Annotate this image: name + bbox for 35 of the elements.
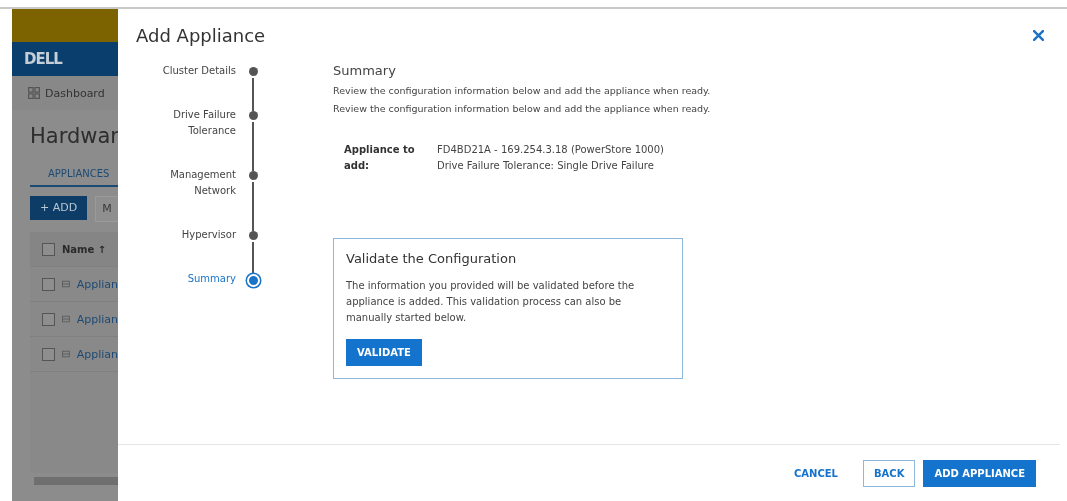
dashboard-icon: [28, 87, 40, 99]
dell-logo: DELL: [24, 50, 62, 68]
detail-label: Appliance to add:: [344, 143, 416, 173]
checkbox[interactable]: [42, 242, 55, 256]
checkbox[interactable]: [42, 347, 55, 361]
back-button[interactable]: BACK: [862, 459, 916, 487]
column-header[interactable]: Name ↑: [62, 243, 107, 255]
appliance-link[interactable]: Applian: [76, 312, 118, 326]
panel-text: The information you provided will be validated before the appliance is added. This validation process can also be manually started below.: [346, 279, 636, 325]
validate-button[interactable]: VALIDATE: [346, 339, 422, 366]
close-icon[interactable]: [1033, 30, 1044, 41]
step-label[interactable]: Management Network: [126, 167, 236, 229]
description-text: Review the configuration information below and add the appliance when ready.: [333, 103, 712, 114]
detail-value: FD4BD21A - 169.254.3.18 (PowerStore 1000): [437, 143, 664, 157]
step-label[interactable]: Summary: [126, 271, 236, 293]
appliance-link[interactable]: Applian: [76, 277, 118, 291]
description-text: Review the configuration information below and add the appliance when ready.: [333, 85, 712, 96]
appliance-icon: [62, 314, 70, 324]
cancel-button[interactable]: CANCEL: [782, 459, 849, 487]
detail-value: Drive Failure Tolerance: Single Drive Failure: [437, 159, 655, 173]
step-label[interactable]: Cluster Details: [126, 63, 236, 109]
appliance-link[interactable]: Applian: [76, 347, 118, 361]
scrollbar[interactable]: [34, 477, 118, 485]
appliance-icon: [62, 279, 70, 289]
checkbox[interactable]: [42, 312, 55, 326]
appliance-icon: [62, 349, 70, 359]
panel-title: Validate the Configuration: [346, 251, 518, 266]
checkbox[interactable]: [42, 277, 55, 291]
step-label[interactable]: Hypervisor: [126, 227, 236, 273]
step-label[interactable]: Drive Failure Tolerance: [126, 107, 236, 169]
add-button[interactable]: + ADD: [30, 196, 88, 220]
add-appliance-button[interactable]: ADD APPLIANCE: [923, 459, 1036, 487]
dialog-title: Add Appliance: [136, 25, 266, 46]
toolbar-button[interactable]: M: [95, 196, 118, 222]
section-title: Summary: [333, 63, 397, 78]
